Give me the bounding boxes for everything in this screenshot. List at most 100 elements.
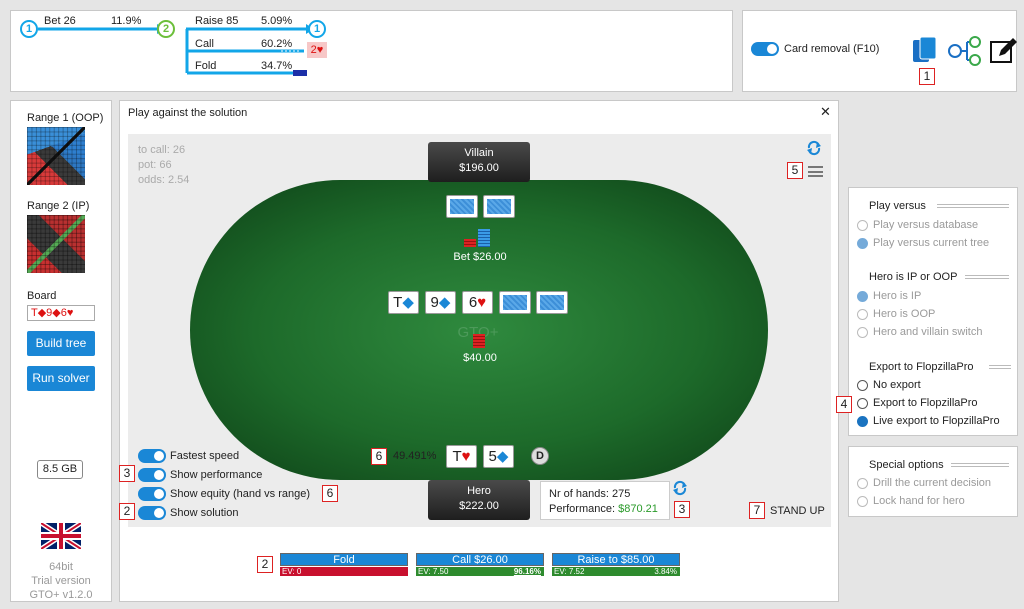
range1-label: Range 1 (OOP) bbox=[27, 112, 104, 124]
play-db-label: Play versus database bbox=[873, 219, 979, 231]
hero-seat: Hero $222.00 bbox=[428, 480, 530, 520]
hero-card-1: T♥ bbox=[446, 445, 477, 468]
memory-badge: 8.5 GB bbox=[37, 460, 83, 479]
raise-action-label: Raise to $85.00 bbox=[552, 553, 680, 566]
fold-label[interactable]: Fold bbox=[195, 60, 216, 72]
show-solution-toggle[interactable] bbox=[138, 506, 166, 520]
left-panel: Range 1 (OOP) Range 2 (IP) Board T◆9◆6♥ … bbox=[10, 100, 112, 602]
run-solver-button[interactable]: Run solver bbox=[27, 366, 95, 391]
callout-1: 1 bbox=[919, 68, 935, 85]
edit-icon[interactable] bbox=[989, 36, 1017, 66]
drill-checkbox[interactable] bbox=[857, 478, 868, 489]
export-label: Export to FlopzillaPro bbox=[873, 397, 978, 409]
callout-3-toggle: 3 bbox=[119, 465, 135, 482]
villain-stack: $196.00 bbox=[459, 162, 499, 174]
villain-chips bbox=[464, 229, 492, 249]
fold-target-node[interactable] bbox=[293, 70, 307, 76]
hero-ip-radio[interactable] bbox=[857, 291, 868, 302]
range1-gridlines bbox=[27, 127, 85, 185]
card-removal-toggle[interactable] bbox=[751, 42, 779, 56]
performance-value: $870.21 bbox=[618, 503, 658, 515]
tree-node-end[interactable]: 1 bbox=[308, 20, 326, 38]
dialog-title: Play against the solution bbox=[128, 107, 248, 119]
hero-position-rule bbox=[965, 275, 1009, 279]
to-call-text: to call: 26 bbox=[138, 144, 186, 156]
raise-pct: 5.09% bbox=[261, 15, 293, 27]
performance-label: Performance: bbox=[549, 503, 616, 515]
board-card-4 bbox=[499, 291, 531, 314]
fold-action-label: Fold bbox=[280, 553, 408, 566]
play-dialog: Play against the solution ✕ to call: 26 … bbox=[119, 100, 839, 602]
pot-amount: $40.00 bbox=[463, 352, 497, 364]
options-panel: Play versus Play versus database Play ve… bbox=[848, 187, 1018, 436]
callout-3-performance: 3 bbox=[674, 501, 690, 518]
play-tree-label: Play versus current tree bbox=[873, 237, 990, 249]
table-area: to call: 26 pot: 66 odds: 2.54 Villain $… bbox=[119, 134, 831, 527]
hero-name: Hero bbox=[467, 485, 491, 497]
bet-label[interactable]: Bet 26 bbox=[44, 15, 76, 27]
tree-node-ip[interactable]: 2 bbox=[157, 20, 175, 38]
dealer-button: D bbox=[531, 447, 549, 465]
raise-label[interactable]: Raise 85 bbox=[195, 15, 238, 27]
bet-pct: 11.9% bbox=[111, 15, 142, 27]
pot-chips bbox=[473, 334, 485, 348]
callout-6-equity: 6 bbox=[371, 448, 387, 465]
callout-2-actions: 2 bbox=[257, 556, 273, 573]
hero-equity: 49.491% bbox=[393, 450, 437, 462]
raise-action-pct: 3.84% bbox=[654, 567, 677, 576]
close-icon[interactable]: ✕ bbox=[820, 104, 831, 120]
bet-amount: Bet $26.00 bbox=[453, 251, 507, 263]
fold-pct: 34.7% bbox=[261, 60, 293, 72]
refresh-icon[interactable] bbox=[806, 140, 822, 156]
play-db-radio[interactable] bbox=[857, 220, 868, 231]
stand-up-button[interactable]: STAND UP bbox=[770, 505, 825, 517]
show-solution-label: Show solution bbox=[170, 507, 239, 519]
board-input[interactable]: T◆9◆6♥ bbox=[27, 305, 95, 321]
cards-icon[interactable] bbox=[911, 36, 939, 66]
lock-hand-label: Lock hand for hero bbox=[873, 495, 965, 507]
fold-action-ev: EV: 0 bbox=[280, 567, 408, 576]
call-label[interactable]: Call bbox=[195, 38, 214, 50]
live-export-label: Live export to FlopzillaPro bbox=[873, 415, 1000, 427]
export-radio[interactable] bbox=[857, 398, 868, 409]
tree-icon[interactable] bbox=[947, 36, 981, 66]
hero-switch-radio[interactable] bbox=[857, 327, 868, 338]
show-equity-label: Show equity (hand vs range) bbox=[170, 488, 311, 500]
call-action-label: Call $26.00 bbox=[416, 553, 544, 566]
show-performance-label: Show performance bbox=[170, 469, 263, 481]
card-removal-label: Card removal (F10) bbox=[784, 43, 880, 55]
show-performance-toggle[interactable] bbox=[138, 468, 166, 482]
live-export-radio[interactable] bbox=[857, 416, 868, 427]
raise-action-button[interactable]: Raise to $85.00 EV: 7.52 3.84% bbox=[552, 553, 680, 579]
range2-gridlines bbox=[27, 215, 85, 273]
show-equity-toggle[interactable] bbox=[138, 487, 166, 501]
export-rule bbox=[989, 365, 1011, 369]
no-export-radio[interactable] bbox=[857, 380, 868, 391]
play-tree-radio[interactable] bbox=[857, 238, 868, 249]
no-export-label: No export bbox=[873, 379, 921, 391]
hero-switch-label: Hero and villain switch bbox=[873, 326, 983, 338]
call-action-button[interactable]: Call $26.00 EV: 7.50 96.16% bbox=[416, 553, 544, 579]
lock-hand-checkbox[interactable] bbox=[857, 496, 868, 507]
fold-action-button[interactable]: Fold EV: 0 bbox=[280, 553, 408, 579]
nr-hands: Nr of hands: 275 bbox=[549, 488, 631, 500]
hero-oop-radio[interactable] bbox=[857, 309, 868, 320]
fastest-speed-toggle[interactable] bbox=[138, 449, 166, 463]
range2-label: Range 2 (IP) bbox=[27, 200, 90, 212]
callout-6-toggle: 6 bbox=[322, 485, 338, 502]
call-target-node[interactable]: 2♥ bbox=[307, 42, 327, 58]
hero-position-title: Hero is IP or OOP bbox=[869, 271, 958, 283]
performance-box: Nr of hands: 275 Performance: $870.21 bbox=[540, 481, 670, 520]
reset-performance-icon[interactable] bbox=[672, 480, 688, 496]
top-right-panel: Card removal (F10) 1 bbox=[742, 10, 1017, 92]
board-card-5 bbox=[536, 291, 568, 314]
uk-flag-icon[interactable] bbox=[41, 523, 81, 549]
build-tree-button[interactable]: Build tree bbox=[27, 331, 95, 356]
version-number: GTO+ v1.2.0 bbox=[29, 589, 93, 601]
tree-node-oop[interactable]: 1 bbox=[20, 20, 38, 38]
version-bits: 64bit bbox=[49, 561, 73, 573]
pot-text: pot: 66 bbox=[138, 159, 172, 171]
odds-text: odds: 2.54 bbox=[138, 174, 190, 186]
menu-icon[interactable] bbox=[808, 166, 823, 177]
board-card-3: 6♥ bbox=[462, 291, 493, 314]
